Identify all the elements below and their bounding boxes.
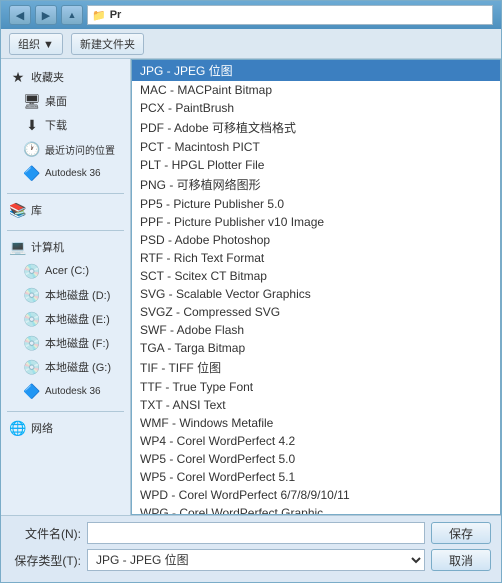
sidebar-downloads-label: 下载 bbox=[45, 117, 67, 133]
organize-button[interactable]: 组织 ▼ bbox=[9, 33, 63, 55]
dropdown-item-7[interactable]: PLT - HPGL Plotter File bbox=[132, 156, 500, 174]
dropdown-item-24[interactable]: WP5 - Corel WordPerfect 5.1 bbox=[132, 468, 500, 486]
dropdown-item-9[interactable]: PP5 - Picture Publisher 5.0 bbox=[132, 195, 500, 213]
recent-icon: 🕐 bbox=[23, 140, 41, 158]
dropdown-item-8[interactable]: PNG - 可移植网络图形 bbox=[132, 174, 500, 195]
favorites-icon: ★ bbox=[9, 68, 27, 86]
path-bar: 📁 Pr bbox=[87, 5, 493, 25]
sidebar-network-label: 网络 bbox=[31, 420, 53, 436]
sidebar-item-library[interactable]: 📚 库 bbox=[1, 198, 130, 222]
drive-f-icon: 💿 bbox=[23, 334, 41, 352]
filename-row: 文件名(N): 保存 bbox=[11, 522, 491, 544]
filename-label: 文件名(N): bbox=[11, 525, 81, 542]
downloads-icon: ⬇ bbox=[23, 116, 41, 134]
sidebar-item-disk-e[interactable]: 💿 本地磁盘 (E:) bbox=[1, 307, 130, 331]
forward-button[interactable]: ▶ bbox=[35, 5, 57, 25]
drive-d-icon: 💿 bbox=[23, 286, 41, 304]
sidebar-item-favorites-label: 收藏夹 bbox=[31, 69, 64, 85]
sidebar-disk-g-label: 本地磁盘 (G:) bbox=[45, 359, 111, 375]
save-button[interactable]: 保存 bbox=[431, 522, 491, 544]
drive-c-icon: 💿 bbox=[23, 262, 41, 280]
autodesk2-icon: 🔷 bbox=[23, 382, 41, 400]
sidebar-item-downloads[interactable]: ⬇ 下载 bbox=[1, 113, 130, 137]
network-icon: 🌐 bbox=[9, 419, 27, 437]
content-area: ★ 收藏夹 🖥 桌面 ⬇ 下载 🕐 最近访问的位置 🔷 Autodes bbox=[1, 59, 501, 515]
autodesk-icon: 🔷 bbox=[23, 164, 41, 182]
sidebar-item-autodesk2[interactable]: 🔷 Autodesk 36 bbox=[1, 379, 130, 403]
filetype-row: 保存类型(T): JP2 - JPEG 2000 位图JPG - JPEG 位图… bbox=[11, 549, 491, 571]
dropdown-item-26[interactable]: WPG - Corel WordPerfect Graphic bbox=[132, 504, 500, 515]
sidebar-item-disk-f[interactable]: 💿 本地磁盘 (F:) bbox=[1, 331, 130, 355]
dropdown-item-16[interactable]: SWF - Adobe Flash bbox=[132, 321, 500, 339]
dropdown-item-25[interactable]: WPD - Corel WordPerfect 6/7/8/9/10/11 bbox=[132, 486, 500, 504]
bottom-area: 文件名(N): 保存 保存类型(T): JP2 - JPEG 2000 位图JP… bbox=[1, 515, 501, 582]
dropdown-item-19[interactable]: TTF - True Type Font bbox=[132, 378, 500, 396]
sidebar-divider-1 bbox=[7, 193, 124, 194]
sidebar-autodesk-label: Autodesk 36 bbox=[45, 168, 101, 179]
sidebar-library-label: 库 bbox=[31, 202, 42, 218]
dropdown-item-20[interactable]: TXT - ANSI Text bbox=[132, 396, 500, 414]
path-icon: 📁 bbox=[92, 9, 106, 22]
sidebar: ★ 收藏夹 🖥 桌面 ⬇ 下载 🕐 最近访问的位置 🔷 Autodes bbox=[1, 59, 131, 515]
back-button[interactable]: ◀ bbox=[9, 5, 31, 25]
dropdown-item-3[interactable]: MAC - MACPaint Bitmap bbox=[132, 81, 500, 99]
dropdown-item-13[interactable]: SCT - Scitex CT Bitmap bbox=[132, 267, 500, 285]
sidebar-item-recent[interactable]: 🕐 最近访问的位置 bbox=[1, 137, 130, 161]
export-dialog: ◀ ▶ ▲ 📁 Pr 组织 ▼ 新建文件夹 ★ 收藏夹 🖥 桌面 bbox=[0, 0, 502, 583]
dropdown-item-21[interactable]: WMF - Windows Metafile bbox=[132, 414, 500, 432]
filename-input[interactable] bbox=[87, 522, 425, 544]
top-bar: ◀ ▶ ▲ 📁 Pr bbox=[1, 1, 501, 29]
new-folder-button[interactable]: 新建文件夹 bbox=[71, 33, 144, 55]
file-area: JP2 - JPEG 2000 位图JPG - JPEG 位图MAC - MAC… bbox=[131, 59, 501, 515]
dropdown-item-5[interactable]: PDF - Adobe 可移植文档格式 bbox=[132, 117, 500, 138]
drive-g-icon: 💿 bbox=[23, 358, 41, 376]
toolbar: 组织 ▼ 新建文件夹 bbox=[1, 29, 501, 59]
dropdown-item-14[interactable]: SVG - Scalable Vector Graphics bbox=[132, 285, 500, 303]
sidebar-desktop-label: 桌面 bbox=[45, 93, 67, 109]
sidebar-item-desktop[interactable]: 🖥 桌面 bbox=[1, 89, 130, 113]
dropdown-item-11[interactable]: PSD - Adobe Photoshop bbox=[132, 231, 500, 249]
favorites-section: ★ 收藏夹 🖥 桌面 ⬇ 下载 🕐 最近访问的位置 🔷 Autodes bbox=[1, 65, 130, 185]
sidebar-item-network[interactable]: 🌐 网络 bbox=[1, 416, 130, 440]
sidebar-item-disk-d[interactable]: 💿 本地磁盘 (D:) bbox=[1, 283, 130, 307]
path-text: Pr bbox=[110, 9, 122, 21]
format-dropdown[interactable]: JP2 - JPEG 2000 位图JPG - JPEG 位图MAC - MAC… bbox=[131, 59, 501, 515]
dropdown-item-18[interactable]: TIF - TIFF 位图 bbox=[132, 357, 500, 378]
dropdown-item-2[interactable]: JPG - JPEG 位图 bbox=[132, 60, 500, 81]
filetype-label: 保存类型(T): bbox=[11, 552, 81, 569]
network-section: 🌐 网络 bbox=[1, 416, 130, 440]
dropdown-item-22[interactable]: WP4 - Corel WordPerfect 4.2 bbox=[132, 432, 500, 450]
drive-e-icon: 💿 bbox=[23, 310, 41, 328]
desktop-icon: 🖥 bbox=[23, 92, 41, 110]
library-icon: 📚 bbox=[9, 201, 27, 219]
sidebar-disk-f-label: 本地磁盘 (F:) bbox=[45, 335, 109, 351]
sidebar-disk-e-label: 本地磁盘 (E:) bbox=[45, 311, 110, 327]
filetype-select[interactable]: JP2 - JPEG 2000 位图JPG - JPEG 位图MAC - MAC… bbox=[87, 549, 425, 571]
sidebar-item-computer[interactable]: 💻 计算机 bbox=[1, 235, 130, 259]
dropdown-item-6[interactable]: PCT - Macintosh PICT bbox=[132, 138, 500, 156]
sidebar-divider-2 bbox=[7, 230, 124, 231]
dropdown-item-23[interactable]: WP5 - Corel WordPerfect 5.0 bbox=[132, 450, 500, 468]
dropdown-item-4[interactable]: PCX - PaintBrush bbox=[132, 99, 500, 117]
dropdown-item-10[interactable]: PPF - Picture Publisher v10 Image bbox=[132, 213, 500, 231]
sidebar-item-autodesk[interactable]: 🔷 Autodesk 36 bbox=[1, 161, 130, 185]
dropdown-item-15[interactable]: SVGZ - Compressed SVG bbox=[132, 303, 500, 321]
sidebar-recent-label: 最近访问的位置 bbox=[45, 142, 115, 157]
dropdown-item-17[interactable]: TGA - Targa Bitmap bbox=[132, 339, 500, 357]
library-section: 📚 库 bbox=[1, 198, 130, 222]
cancel-button[interactable]: 取消 bbox=[431, 549, 491, 571]
sidebar-item-favorites[interactable]: ★ 收藏夹 bbox=[1, 65, 130, 89]
dropdown-item-12[interactable]: RTF - Rich Text Format bbox=[132, 249, 500, 267]
sidebar-divider-3 bbox=[7, 411, 124, 412]
sidebar-disk-d-label: 本地磁盘 (D:) bbox=[45, 287, 110, 303]
sidebar-item-disk-g[interactable]: 💿 本地磁盘 (G:) bbox=[1, 355, 130, 379]
computer-section: 💻 计算机 💿 Acer (C:) 💿 本地磁盘 (D:) 💿 本地磁盘 (E:… bbox=[1, 235, 130, 403]
sidebar-acer-label: Acer (C:) bbox=[45, 265, 89, 277]
up-button[interactable]: ▲ bbox=[61, 5, 83, 25]
computer-icon: 💻 bbox=[9, 238, 27, 256]
sidebar-autodesk2-label: Autodesk 36 bbox=[45, 386, 101, 397]
sidebar-computer-label: 计算机 bbox=[31, 239, 64, 255]
sidebar-item-acer[interactable]: 💿 Acer (C:) bbox=[1, 259, 130, 283]
